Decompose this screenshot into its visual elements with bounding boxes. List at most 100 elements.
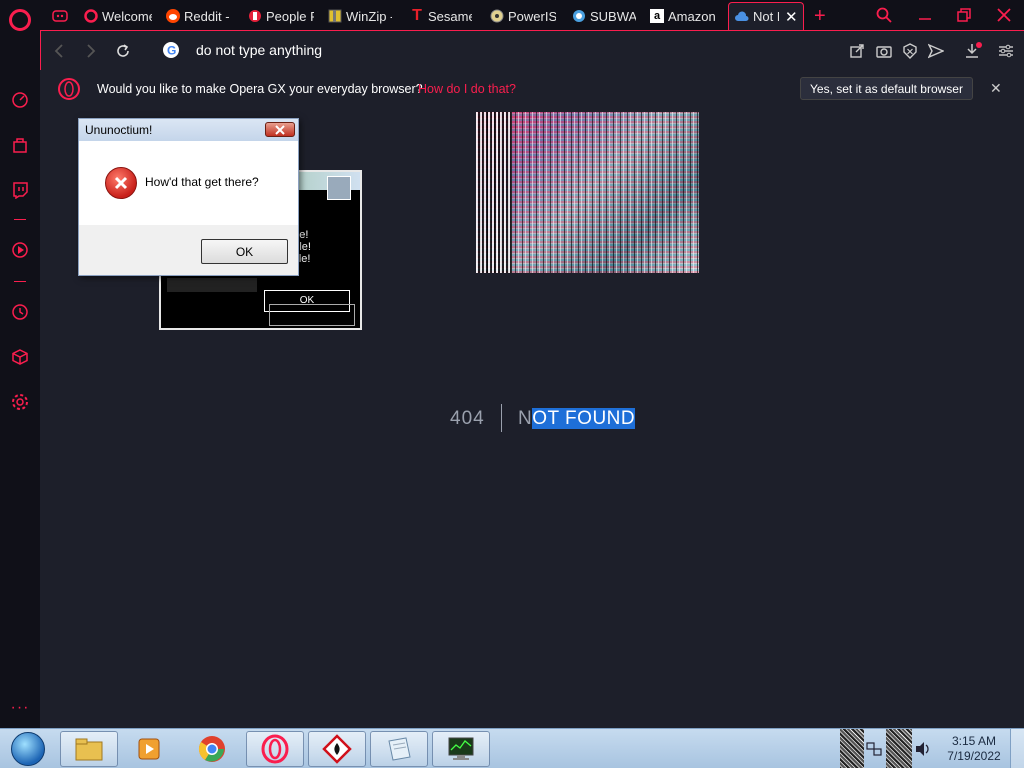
easy-setup-icon[interactable] [847,41,867,61]
new-tab-plus-icon[interactable]: + [814,4,832,28]
taskbar-chrome[interactable] [183,731,241,767]
error-dialog: Ununoctium! How'd that get there? OK [78,118,299,276]
media-player-icon [138,738,160,760]
error-icon [105,167,137,199]
glitched-image [476,112,699,273]
subway-icon [572,9,586,23]
amazon-icon: a [650,9,664,23]
hazard-icon [322,734,352,764]
send-icon[interactable] [926,41,946,61]
history-icon[interactable] [10,302,30,322]
opera-gx-logo-icon [57,77,81,101]
shield-icon[interactable] [900,41,920,61]
search-tabs-icon[interactable] [872,4,896,26]
taskbar-explorer[interactable] [60,731,118,767]
glitched-band [167,278,257,292]
error-divider [501,404,502,432]
network-icon[interactable] [866,741,882,757]
cloud-icon [735,10,749,24]
system-clock[interactable]: 3:15 AM 7/19/2022 [944,734,1004,764]
reddit-icon [166,9,180,23]
twitch-icon[interactable] [10,180,30,200]
more-dots-icon[interactable]: ··· [10,698,30,718]
gx-corner-icon[interactable] [52,4,70,28]
ok-button[interactable]: OK [201,239,288,264]
minimize-icon[interactable] [913,4,937,26]
taskbar-hazard-app[interactable] [308,731,366,767]
sidebar-divider [14,219,26,220]
google-icon: G [163,42,179,58]
clock-date: 7/19/2022 [947,749,1001,763]
dialog-title: Ununoctium! [85,123,153,137]
tab-label: WinZip - [346,8,392,24]
clock-time: 3:15 AM [951,734,997,748]
shop-icon[interactable] [10,135,30,155]
tab-winzip[interactable]: WinZip - [328,4,392,28]
chrome-icon [198,736,225,762]
error-text-selected: OT FOUND [532,408,636,429]
tab-label: Welcome [102,8,152,24]
taskbar-media-player[interactable] [120,731,178,767]
tab-poweriso[interactable]: PowerIS [490,4,556,28]
tab-welcome[interactable]: Welcome [84,4,152,28]
tab-label: Reddit - [184,8,230,24]
tab-reddit[interactable]: Reddit - [166,4,230,28]
tab-people[interactable]: People P [248,4,314,28]
back-icon[interactable] [49,41,69,61]
close-window-icon[interactable] [992,4,1016,26]
settings-gear-icon[interactable] [10,392,30,412]
how-do-i-link[interactable]: How do I do that? [418,82,516,96]
svg-text:G: G [167,44,176,58]
monitor-icon [448,737,474,760]
tab-label: Not F [753,9,779,24]
infobar-close-icon[interactable]: ✕ [990,80,1002,97]
start-button[interactable] [4,731,52,767]
address-input[interactable]: do not type anything [196,42,322,58]
tab-label: PowerIS [508,8,556,24]
sesame-icon: T [412,7,422,24]
glitched-ok-button [269,304,355,326]
windows-logo-icon [11,732,45,766]
easy-settings-icon[interactable] [996,41,1016,61]
taskbar-task-manager[interactable] [432,731,490,767]
opera-icon [84,9,98,23]
extensions-cube-icon[interactable] [10,347,30,367]
close-icon [275,124,285,135]
default-browser-infobar: Would you like to make Opera GX your eve… [40,70,1024,110]
speed-dial-icon[interactable] [10,90,30,110]
camera-icon[interactable] [874,41,894,61]
dialog-titlebar[interactable]: Ununoctium! [79,119,298,141]
glitched-tray-area [886,729,912,768]
dialog-close-button[interactable] [265,122,295,137]
opera-sidebar: ··· [0,0,40,728]
infobar-message: Would you like to make Opera GX your eve… [97,82,423,96]
volume-icon[interactable] [914,741,932,757]
winzip-icon [328,9,342,23]
restore-icon[interactable] [952,4,976,26]
taskbar-notepad[interactable] [370,731,428,767]
notepad-icon [388,737,411,761]
tab-subway[interactable]: SUBWAY [572,4,636,28]
tab-not-found-active[interactable]: Not F ✕ [728,2,804,30]
set-default-button[interactable]: Yes, set it as default browser [800,77,973,100]
player-icon[interactable] [10,240,30,260]
taskbar-opera-gx[interactable] [246,731,304,767]
dialog-body: How'd that get there? [79,141,298,225]
windows-taskbar: 3:15 AM 7/19/2022 [0,728,1024,768]
tab-label: Amazon [668,8,716,24]
poweriso-icon [490,9,504,23]
opera-menu-icon[interactable] [9,9,31,31]
show-desktop-button[interactable] [1010,729,1024,768]
tab-amazon[interactable]: a Amazon [650,4,718,28]
error-code: 404 [450,408,485,429]
error-message: NOT FOUND [518,408,636,430]
close-tab-icon[interactable]: ✕ [785,8,798,26]
forward-icon[interactable] [81,41,101,61]
tab-sesame[interactable]: T Sesame [410,4,472,28]
sidebar-divider [14,281,26,282]
download-icon[interactable] [963,41,983,61]
folder-icon [75,738,103,761]
tab-label: People P [266,8,314,24]
dialog-message: How'd that get there? [145,175,259,189]
reload-icon[interactable] [113,41,133,61]
